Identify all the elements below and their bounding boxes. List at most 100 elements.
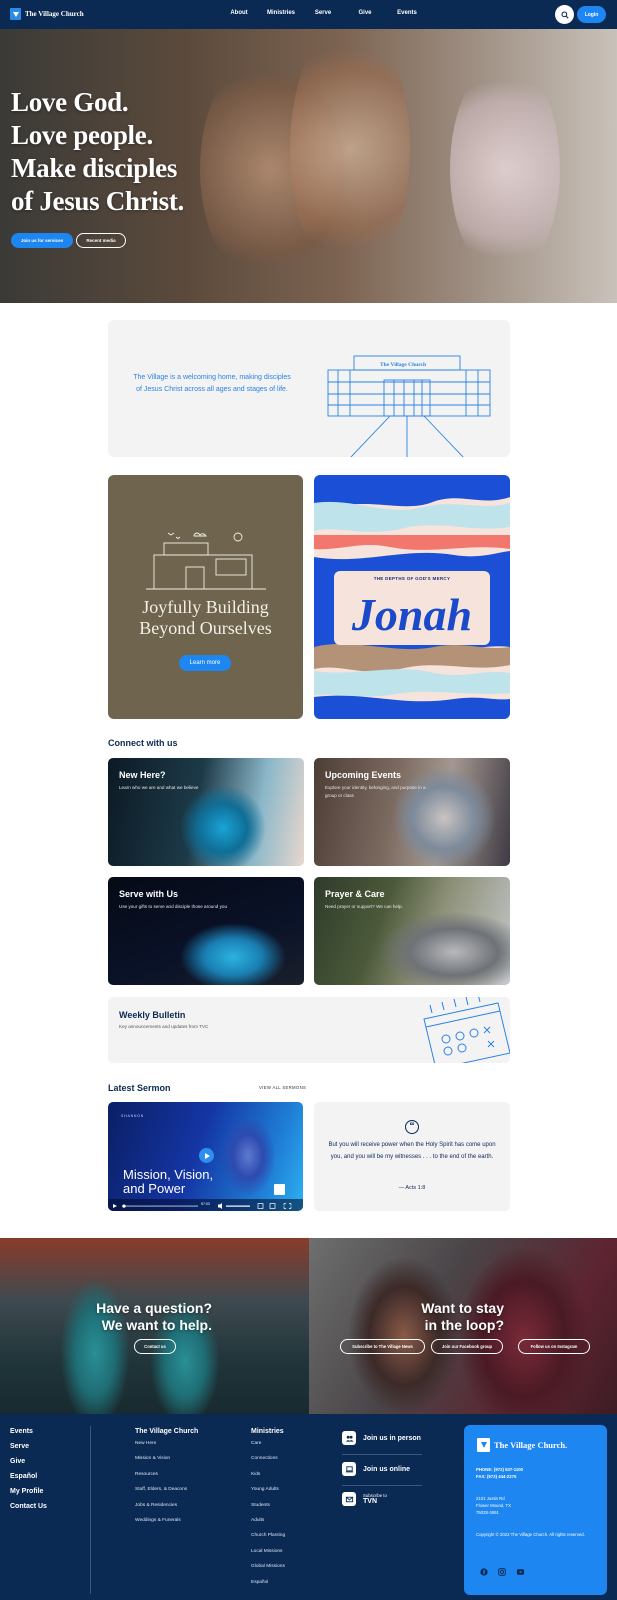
card-title-line: Joyfully Building <box>142 597 269 617</box>
footer-link[interactable]: Care <box>251 1441 285 1456</box>
footer-link[interactable]: Jobs & Residencies <box>135 1503 198 1518</box>
facebook-group-button[interactable]: Join our Facebook group <box>431 1339 503 1354</box>
view-all-sermons-link[interactable]: VIEW ALL SERMONS <box>259 1085 306 1090</box>
cta-title-line: We want to help. <box>101 1317 212 1333</box>
youtube-icon[interactable] <box>516 1568 525 1576</box>
search-icon <box>560 10 569 19</box>
footer-divider <box>90 1426 91 1594</box>
footer-brand[interactable]: The Village Church. <box>477 1438 567 1452</box>
weekly-bulletin-card[interactable]: Weekly Bulletin Key announcements and up… <box>108 997 510 1063</box>
nav-link-serve[interactable]: Serve <box>302 10 344 16</box>
subscribe-news-button[interactable]: Subscribe to The Village News <box>340 1339 425 1354</box>
nav-link-events[interactable]: Events <box>386 10 428 16</box>
cta-title-line: Want to stay <box>421 1300 504 1316</box>
footer-link[interactable]: New Here <box>135 1441 198 1456</box>
join-online-label: Join us online <box>363 1465 411 1473</box>
footer-link[interactable]: Kids <box>251 1472 285 1487</box>
address-line: Flower Mound, TX <box>476 1503 512 1509</box>
serve-with-us-tile[interactable]: Serve with Us Use your gifts to serve an… <box>108 877 304 985</box>
footer-link[interactable]: Adults <box>251 1518 285 1533</box>
tile-title: Serve with Us <box>119 889 179 899</box>
subscribe-text: Subscribe to TVN <box>363 1493 387 1505</box>
hero-title-line: of Jesus Christ. <box>11 186 184 216</box>
footer-link[interactable]: Resources <box>135 1472 198 1487</box>
recent-media-button[interactable]: Recent media <box>76 233 126 248</box>
join-services-button[interactable]: Join us for services <box>11 233 73 248</box>
sermon-video-player[interactable]: SHANNON Mission, Vision, and Power 57:03 <box>108 1102 303 1211</box>
nav-link-ministries[interactable]: Ministries <box>260 10 302 16</box>
prayer-care-tile[interactable]: Prayer & Care Need prayer or support? We… <box>314 877 510 985</box>
church-building-illustration: The Village Church <box>327 355 491 457</box>
card-title-line: Beyond Ourselves <box>139 618 272 638</box>
nav-link-about[interactable]: About <box>218 10 260 16</box>
play-button[interactable] <box>199 1148 214 1163</box>
video-brand-label: SHANNON <box>121 1114 145 1118</box>
footer-link[interactable]: Weddings & Funerals <box>135 1518 198 1533</box>
facebook-icon[interactable] <box>480 1568 488 1576</box>
volume-icon <box>218 1203 222 1209</box>
fax-number: FAX: (972) 444-2275 <box>476 1474 517 1480</box>
jonah-series-title: Jonah <box>351 589 473 640</box>
social-links <box>480 1568 525 1576</box>
footer-link[interactable]: Staff, Elders, & Deacons <box>135 1487 198 1502</box>
footer-link-espanol[interactable]: Español <box>10 1473 47 1488</box>
footer-link-my-profile[interactable]: My Profile <box>10 1488 47 1503</box>
hero-title-line: Love people. <box>11 120 153 150</box>
progress-handle <box>122 1204 126 1208</box>
latest-sermon-heading: Latest Sermon <box>108 1083 171 1093</box>
search-button[interactable] <box>555 5 574 24</box>
contact-phone-fax: PHONE: (972) 537-1100 FAX: (972) 444-227… <box>476 1466 523 1480</box>
video-controls: 57:03 <box>108 1199 303 1211</box>
footer-link[interactable]: Church Planting <box>251 1533 285 1548</box>
instagram-icon[interactable] <box>498 1568 506 1576</box>
settings-icon <box>257 1203 264 1209</box>
footer-link[interactable]: Mission & Vision <box>135 1456 198 1471</box>
login-button[interactable]: Login <box>577 6 606 23</box>
footer-link[interactable]: Connections <box>251 1456 285 1471</box>
people-icon <box>342 1431 356 1445</box>
building-sign-text: The Village Church <box>380 362 426 368</box>
play-control-icon <box>113 1204 117 1208</box>
footer-main-links: Events Serve Give Español My Profile Con… <box>10 1428 47 1518</box>
footer-link[interactable]: Young Adults <box>251 1487 285 1502</box>
learn-more-button[interactable]: Learn more <box>179 655 231 671</box>
join-in-person-link[interactable]: Join us in person <box>342 1431 421 1445</box>
top-navigation: The Village Church About Ministries Serv… <box>0 0 617 29</box>
joyfully-building-title: Joyfully Building Beyond Ourselves <box>108 597 303 639</box>
connect-heading: Connect with us <box>108 738 178 748</box>
footer-link[interactable]: Global Missions <box>251 1564 285 1579</box>
footer-link[interactable]: Local Missions <box>251 1549 285 1564</box>
cta-title-line: Have a question? <box>96 1300 212 1316</box>
footer-link-contact-us[interactable]: Contact Us <box>10 1503 47 1518</box>
person-figure <box>349 1258 459 1414</box>
play-icon <box>204 1152 210 1159</box>
footer-link-give[interactable]: Give <box>10 1458 47 1473</box>
pip-icon <box>269 1203 276 1209</box>
instagram-button[interactable]: Follow us on Instagram <box>518 1339 590 1354</box>
church-address: 2101 Justin Rd Flower Mound, TX 75028-36… <box>476 1495 511 1517</box>
footer-link[interactable]: Students <box>251 1503 285 1518</box>
footer-separator <box>342 1454 422 1455</box>
footer-column-heading: Ministries <box>251 1428 284 1435</box>
question-title: Have a question? We want to help. <box>60 1300 212 1334</box>
footer-link[interactable]: Español <box>251 1580 285 1595</box>
footer-separator <box>342 1485 422 1486</box>
footer-link-events[interactable]: Events <box>10 1428 47 1443</box>
new-here-tile[interactable]: New Here? Learn who we are and what we b… <box>108 758 304 866</box>
stay-in-loop-title: Want to stay in the loop? <box>369 1300 504 1334</box>
contact-us-button[interactable]: Contact us <box>134 1339 176 1354</box>
footer-brand-name: The Village Church. <box>494 1440 568 1450</box>
scripture-quote-card: “ But you will receive power when the Ho… <box>314 1102 510 1211</box>
footer-link-serve[interactable]: Serve <box>10 1443 47 1458</box>
quote-text: But you will receive power when the Holy… <box>328 1142 496 1160</box>
hero-title: Love God. Love people. Make disciples of… <box>11 86 184 218</box>
subscribe-tvn-link[interactable]: Subscribe to TVN <box>342 1492 387 1506</box>
phone-number[interactable]: PHONE: (972) 537-1100 <box>476 1466 523 1473</box>
nav-link-give[interactable]: Give <box>344 10 386 16</box>
jonah-series-card[interactable]: THE DEPTHS OF GOD'S MERCY Jonah <box>314 475 510 719</box>
upcoming-events-tile[interactable]: Upcoming Events Explore your identity, b… <box>314 758 510 866</box>
brand-logo[interactable]: The Village Church <box>10 8 84 20</box>
join-online-link[interactable]: Join us online <box>342 1462 410 1476</box>
joyfully-building-card[interactable]: Joyfully Building Beyond Ourselves Learn… <box>108 475 303 719</box>
cta-title-line: in the loop? <box>424 1317 504 1333</box>
